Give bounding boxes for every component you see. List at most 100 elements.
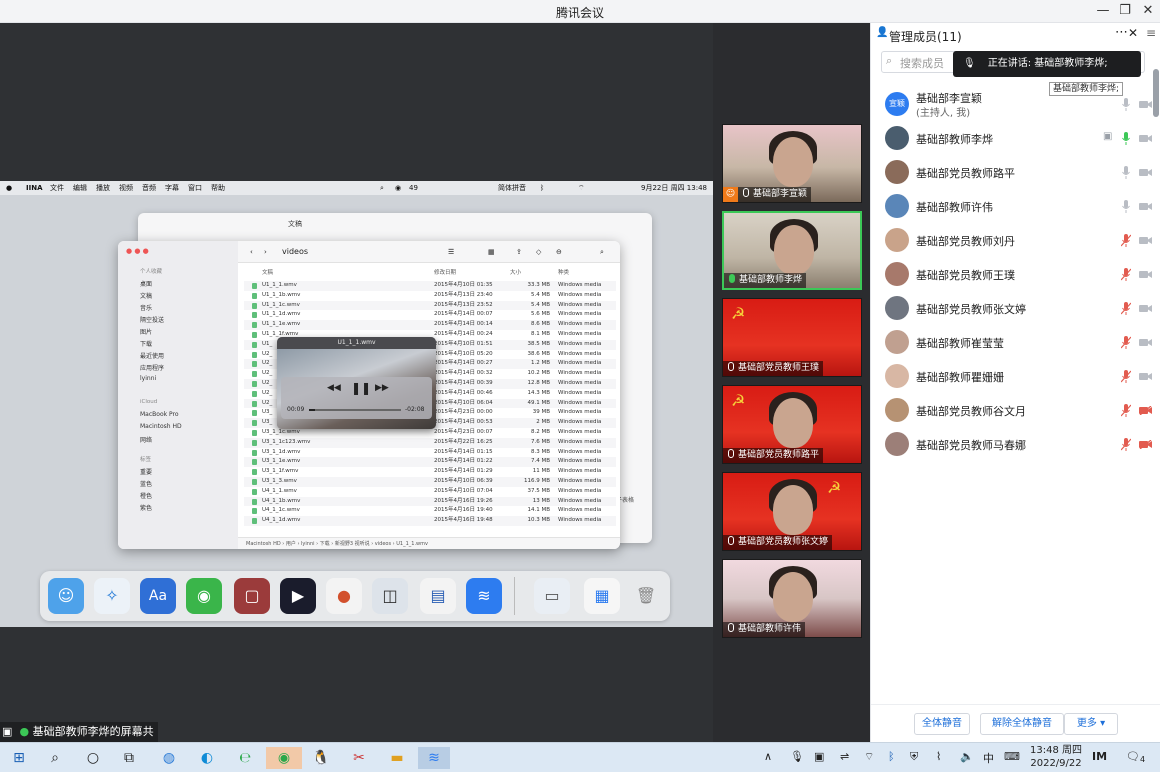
member-row[interactable]: 基础部教师瞿姗姗 (871, 360, 1160, 394)
camera-icon[interactable] (1139, 100, 1152, 109)
edge-icon[interactable]: ◐ (196, 747, 218, 769)
powerpoint-dock-icon[interactable]: ● (326, 578, 362, 614)
column-name[interactable]: 文稿 (262, 268, 273, 276)
wifi-icon[interactable]: ⌔ (578, 181, 585, 195)
camera-icon[interactable] (1139, 372, 1152, 381)
sidebar-item[interactable]: 应用程序 (140, 363, 164, 372)
camera-icon[interactable] (1139, 134, 1152, 143)
mic-muted-icon[interactable] (1121, 336, 1131, 349)
column-date[interactable]: 修改日期 (434, 268, 456, 276)
bluetooth-icon[interactable]: ᛒ (540, 181, 544, 195)
safari-dock-icon[interactable]: ✧ (94, 578, 130, 614)
wechat-dock-icon[interactable]: ◉ (186, 578, 222, 614)
more-icon[interactable]: ⊖ (556, 241, 562, 263)
sidebar-tag[interactable]: 紫色 (140, 503, 152, 512)
file-row[interactable]: U3_1_1e.wmv 2015年4月14日 01:22 7.4 MB Windows… (244, 457, 616, 468)
file-row[interactable]: U4_1_1.wmv 2015年4月10日 07:04 37.5 MB Windows… (244, 487, 616, 497)
mac-menu-item[interactable]: 音频 (142, 181, 156, 195)
ime-status[interactable]: 简体拼音 (498, 181, 526, 195)
close-icon[interactable]: ✕ (1137, 2, 1159, 20)
file-row[interactable]: U4_1_1c.wmv 2015年4月16日 19:40 14.1 MB Window… (244, 506, 616, 516)
tray-app-logo-icon[interactable]: IM (1092, 750, 1107, 763)
file-row[interactable]: U1_1_1c.wmv 2015年4月13日 23:52 5.4 MB Windows… (244, 300, 616, 311)
member-row[interactable]: 基础部教师李烨 ▣ (871, 122, 1160, 156)
progress-track[interactable] (309, 409, 401, 411)
wechat-status-icon[interactable]: ◉ (395, 181, 401, 195)
sidebar-item[interactable]: 桌面 (140, 279, 152, 288)
sidebar-item[interactable]: 最近使用 (140, 351, 164, 360)
member-row[interactable]: 基础部党员教师张文婷 (871, 292, 1160, 326)
panel-menu-icon[interactable]: ≡ (1146, 26, 1156, 40)
traffic-lights[interactable]: ● ● ● (126, 247, 149, 255)
sidebar-item[interactable]: Macintosh HD (140, 423, 182, 430)
member-row[interactable]: 基础部党员教师路平 (871, 156, 1160, 190)
mic-icon[interactable] (1121, 200, 1131, 213)
tray-network-icon[interactable]: ⌔ (864, 750, 874, 764)
sidebar-tag[interactable]: 橙色 (140, 491, 152, 500)
sidebar-tag[interactable]: 蓝色 (140, 479, 152, 488)
camera-muted-icon[interactable] (1139, 406, 1152, 415)
browser-icon[interactable]: ◍ (158, 747, 180, 769)
more-options-icon[interactable]: ⋯ (1115, 25, 1128, 40)
sidebar-item[interactable]: 文稿 (140, 291, 152, 300)
view-list-icon[interactable]: ☰ (448, 241, 454, 263)
mic-muted-icon[interactable] (1121, 370, 1131, 383)
sidebar-item[interactable]: 音乐 (140, 303, 152, 312)
sidebar-item[interactable]: 下载 (140, 339, 152, 348)
taskbar-clock[interactable]: 13:48 周四 2022/9/22 (1024, 744, 1088, 770)
sidebar-item[interactable]: 隔空投送 (140, 315, 164, 324)
forward-icon[interactable]: › (264, 241, 267, 263)
search-icon[interactable]: ⌕ (380, 181, 384, 195)
mic-muted-icon[interactable] (1121, 268, 1131, 281)
task-view-icon[interactable]: ⧉ (118, 747, 140, 769)
file-row[interactable]: U3_1_1d.wmv 2015年4月14日 01:15 8.3 MB Windows… (244, 448, 616, 458)
grid-icon[interactable]: ▦ (488, 241, 495, 263)
back-icon[interactable]: ‹ (250, 241, 253, 263)
restore-icon[interactable]: ❐ (1114, 2, 1136, 20)
unmute-all-button[interactable]: 解除全体静音 (980, 713, 1064, 735)
tray-keyboard-icon[interactable]: ⌨ (1004, 750, 1020, 763)
file-row[interactable]: U1_1_1.wmv 2015年4月10日 01:35 33.3 MB Windows… (244, 281, 616, 291)
downloads-dock-icon[interactable]: ▦ (584, 578, 620, 614)
video-tile[interactable]: ☭ 基础部党员教师王璞 (722, 298, 862, 377)
video-tile[interactable]: ☭ 基础部党员教师路平 (722, 385, 862, 464)
sidebar-tag[interactable]: 重要 (140, 467, 152, 476)
tag-icon[interactable]: ◇ (536, 241, 541, 263)
member-row[interactable]: 基础部教师崔莹莹 (871, 326, 1160, 360)
sidebar-item[interactable]: lyinni (140, 375, 156, 382)
mac-menu-item[interactable]: 字幕 (165, 181, 179, 195)
tray-bluetooth-icon[interactable]: ᛒ (888, 750, 895, 763)
file-row[interactable]: U3_1_3.wmv 2015年4月10日 06:39 116.9 MB Window… (244, 476, 616, 487)
video-tile[interactable]: ☭ 基础部党员教师张文婷 (722, 472, 862, 551)
trash-dock-icon[interactable]: 🗑 (628, 578, 664, 614)
mic-icon[interactable] (1121, 98, 1131, 111)
search-icon[interactable]: ⌕ (44, 747, 66, 769)
file-row[interactable]: U1_1_1d.wmv 2015年4月14日 00:07 5.6 MB Windows… (244, 310, 616, 320)
file-row[interactable]: U3_1_1c123.wmv 2015年4月22日 16:25 7.6 MB Wind… (244, 437, 616, 448)
mac-menu-item[interactable]: 编辑 (73, 181, 87, 195)
more-button[interactable]: 更多 ▾ (1064, 713, 1118, 735)
camera-icon[interactable] (1139, 338, 1152, 347)
word-dock-icon[interactable]: ▤ (420, 578, 456, 614)
mic-muted-icon[interactable] (1121, 438, 1131, 451)
finder-dock-icon[interactable]: ☺ (48, 578, 84, 614)
column-size[interactable]: 大小 (510, 268, 521, 276)
file-row[interactable]: U1_1_1b.wmv 2015年4月13日 23:40 5.4 MB Windows… (244, 291, 616, 301)
search-icon[interactable]: ⌕ (600, 241, 604, 263)
tray-volume-icon[interactable]: 🔈 (960, 750, 974, 763)
file-row[interactable]: U1_1_1e.wmv 2015年4月14日 00:14 8.6 MB Windows… (244, 320, 616, 330)
file-row[interactable]: U4_1_1b.wmv 2015年4月16日 19:26 13 MB Windows … (244, 496, 616, 507)
word-app-dock-icon[interactable]: ▢ (234, 578, 270, 614)
tray-mic-icon[interactable]: 🎙 (790, 750, 804, 763)
rewind-icon[interactable]: ◀◀ (327, 383, 341, 393)
mic-icon[interactable] (1121, 166, 1131, 179)
member-row[interactable]: 宣颖 基础部李宣颖 (主持人, 我) (871, 88, 1160, 122)
pause-icon[interactable]: ❚❚ (351, 381, 371, 395)
mic-icon[interactable] (1121, 132, 1131, 145)
video-player[interactable]: U1_1_1.wmv ◀◀ ❚❚ ▶▶ 00:09 -02:08 (277, 337, 436, 429)
iina-dock-icon[interactable]: ▶ (280, 578, 316, 614)
mac-menu-item[interactable]: 窗口 (188, 181, 202, 195)
dictionary-dock-icon[interactable]: Aa (140, 578, 176, 614)
mic-muted-icon[interactable] (1121, 302, 1131, 315)
mic-muted-icon[interactable] (1121, 234, 1131, 247)
